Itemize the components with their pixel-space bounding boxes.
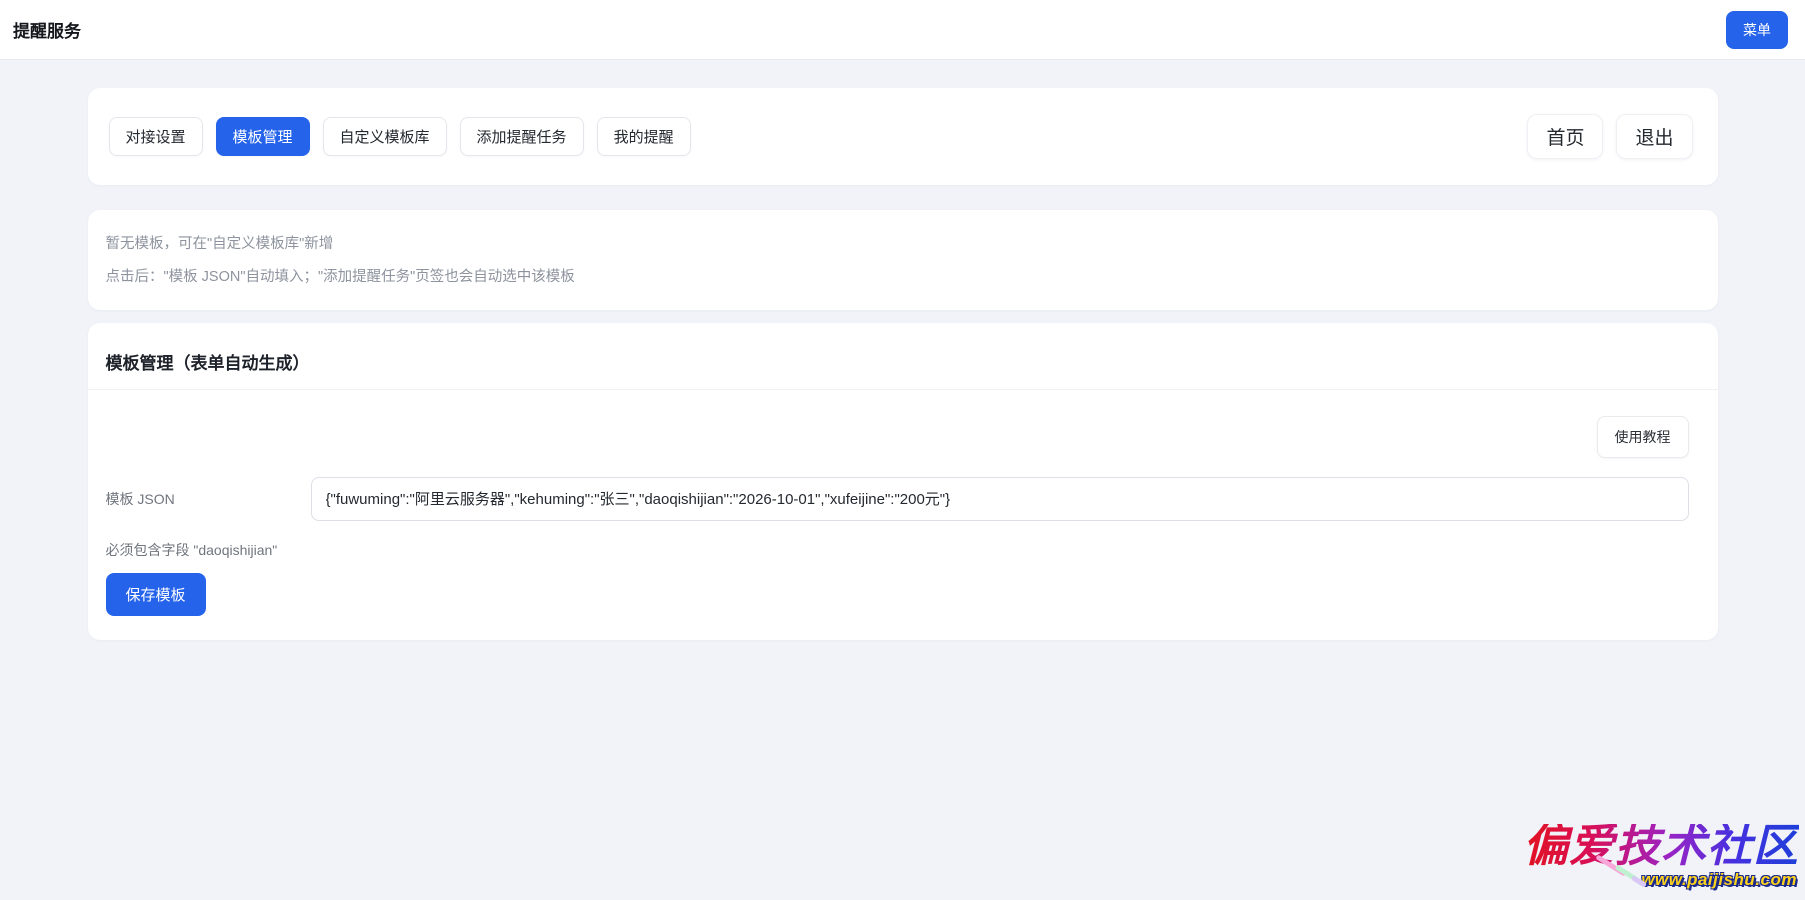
template-json-label: 模板 JSON xyxy=(106,489,311,509)
template-json-input[interactable] xyxy=(311,477,1689,521)
top-bar: 提醒服务 菜单 xyxy=(0,0,1805,60)
panel-divider xyxy=(88,389,1718,390)
panel-header: 模板管理（表单自动生成） xyxy=(88,323,1718,389)
panel-title: 模板管理（表单自动生成） xyxy=(106,349,1700,374)
nav-button-group: 首页 退出 xyxy=(1527,114,1692,159)
tab-template-management[interactable]: 模板管理 xyxy=(216,117,310,156)
home-button[interactable]: 首页 xyxy=(1527,114,1603,159)
save-row: 保存模板 xyxy=(106,573,1689,616)
tutorial-row: 使用教程 xyxy=(106,416,1689,458)
tab-group: 对接设置 模板管理 自定义模板库 添加提醒任务 我的提醒 xyxy=(109,117,691,156)
watermark-url: www.paijishu.com xyxy=(1509,870,1799,890)
content-wrapper: 对接设置 模板管理 自定义模板库 添加提醒任务 我的提醒 首页 退出 暂无模板，… xyxy=(88,88,1718,640)
tab-connection-settings[interactable]: 对接设置 xyxy=(109,117,203,156)
tab-custom-template-library[interactable]: 自定义模板库 xyxy=(323,117,447,156)
template-management-panel: 模板管理（表单自动生成） 使用教程 模板 JSON 必须包含字段 "daoqis… xyxy=(88,323,1718,640)
template-json-row: 模板 JSON xyxy=(106,477,1689,521)
notice-card: 暂无模板，可在"自定义模板库"新增 点击后："模板 JSON"自动填入；"添加提… xyxy=(88,210,1718,310)
tutorial-button[interactable]: 使用教程 xyxy=(1597,416,1689,458)
menu-button[interactable]: 菜单 xyxy=(1726,11,1788,49)
required-field-hint: 必须包含字段 "daoqishijian" xyxy=(106,540,1689,560)
watermark-logo-text: 偏爱技术社区 xyxy=(1509,824,1799,869)
tab-add-reminder-task[interactable]: 添加提醒任务 xyxy=(460,117,584,156)
watermark-streak-icon xyxy=(1595,854,1626,876)
app-title: 提醒服务 xyxy=(13,17,81,42)
watermark-streak-icon xyxy=(1615,864,1640,882)
notice-line-2: 点击后："模板 JSON"自动填入；"添加提醒任务"页签也会自动选中该模板 xyxy=(106,267,1700,287)
tab-bar-card: 对接设置 模板管理 自定义模板库 添加提醒任务 我的提醒 首页 退出 xyxy=(88,88,1718,185)
exit-button[interactable]: 退出 xyxy=(1616,114,1692,159)
notice-line-1: 暂无模板，可在"自定义模板库"新增 xyxy=(106,234,1700,254)
tab-my-reminders[interactable]: 我的提醒 xyxy=(597,117,691,156)
watermark-streak-icon xyxy=(1631,875,1647,888)
save-template-button[interactable]: 保存模板 xyxy=(106,573,206,616)
panel-body: 使用教程 模板 JSON 必须包含字段 "daoqishijian" 保存模板 xyxy=(88,416,1718,616)
site-watermark: 偏爱技术社区 www.paijishu.com xyxy=(1509,824,1799,890)
